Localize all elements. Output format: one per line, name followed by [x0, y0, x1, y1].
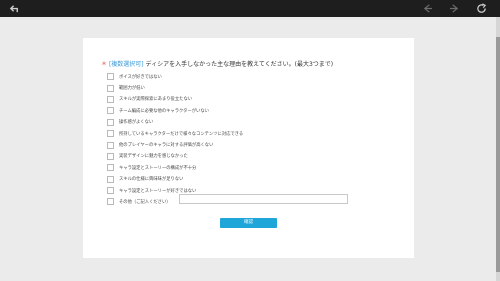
checkbox[interactable]: [107, 164, 114, 172]
option-label: 所持しているキャラクターだけで様々なコンテンツに対応できる: [119, 131, 244, 137]
survey-card: ＊ [複数選択可] ディシアを入手しなかった主な理由を教えてください。(最大3つ…: [83, 38, 414, 258]
option-8[interactable]: 実装デザインに魅力を感じなかった: [107, 151, 243, 162]
previous-icon[interactable]: [422, 3, 433, 14]
option-5[interactable]: 操作感がよくない: [107, 117, 243, 128]
option-7[interactable]: 他のプレイヤーのキャラに対する評価が高くない: [107, 139, 243, 150]
option-label: 範囲力が低い: [119, 86, 145, 92]
other-text-input[interactable]: [179, 194, 348, 204]
question-text: ディシアを入手しなかった主な理由を教えてください。(最大3つまで): [145, 61, 334, 68]
question-title: ＊ [複数選択可] ディシアを入手しなかった主な理由を教えてください。(最大3つ…: [101, 59, 333, 68]
top-bar: [0, 0, 500, 17]
checkbox[interactable]: [107, 152, 114, 160]
checkbox[interactable]: [107, 175, 114, 183]
option-2[interactable]: 範囲力が低い: [107, 82, 243, 93]
checkbox[interactable]: [107, 187, 114, 195]
checkbox[interactable]: [107, 198, 114, 206]
option-label: 実装デザインに魅力を感じなかった: [119, 154, 188, 160]
checkbox[interactable]: [107, 95, 114, 103]
next-icon[interactable]: [449, 3, 460, 14]
checkbox[interactable]: [107, 130, 114, 138]
checkbox[interactable]: [107, 118, 114, 126]
scrollbar[interactable]: [496, 17, 500, 281]
multi-select-tag: [複数選択可]: [108, 61, 144, 68]
checkbox[interactable]: [107, 107, 114, 115]
checkbox[interactable]: [107, 73, 114, 81]
option-6[interactable]: 所持しているキャラクターだけで様々なコンテンツに対応できる: [107, 128, 243, 139]
option-label: キャラ設定とストーリーの構成が不十分: [119, 165, 197, 171]
option-4[interactable]: チーム編成に必要な他のキャラクターがいない: [107, 105, 243, 116]
option-label: 他のプレイヤーのキャラに対する評価が高くない: [119, 143, 214, 149]
refresh-icon[interactable]: [476, 3, 487, 14]
scrollbar-thumb[interactable]: [496, 37, 500, 272]
required-mark: ＊: [101, 61, 108, 68]
option-9[interactable]: キャラ設定とストーリーの構成が不十分: [107, 162, 243, 173]
back-arrow-icon[interactable]: [9, 3, 20, 14]
option-label: その他（ご記入ください）: [119, 199, 171, 205]
option-label: スキルが実際探索にあまり役立たない: [119, 97, 193, 103]
option-10[interactable]: スキルの仕様に興味味が足りない: [107, 174, 243, 185]
options-list: ボイスが好きではない 範囲力が低い スキルが実際探索にあまり役立たない チーム編…: [107, 71, 243, 208]
option-3[interactable]: スキルが実際探索にあまり役立たない: [107, 94, 243, 105]
option-label: スキルの仕様に興味味が足りない: [119, 177, 184, 183]
confirm-button[interactable]: 確認: [220, 218, 277, 228]
checkbox[interactable]: [107, 84, 114, 92]
option-label: ボイスが好きではない: [119, 74, 162, 80]
option-1[interactable]: ボイスが好きではない: [107, 71, 243, 82]
option-label: キャラ設定とストーリーが好きではない: [119, 188, 197, 194]
checkbox[interactable]: [107, 141, 114, 149]
option-label: 操作感がよくない: [119, 120, 154, 126]
option-label: チーム編成に必要な他のキャラクターがいない: [119, 108, 209, 114]
